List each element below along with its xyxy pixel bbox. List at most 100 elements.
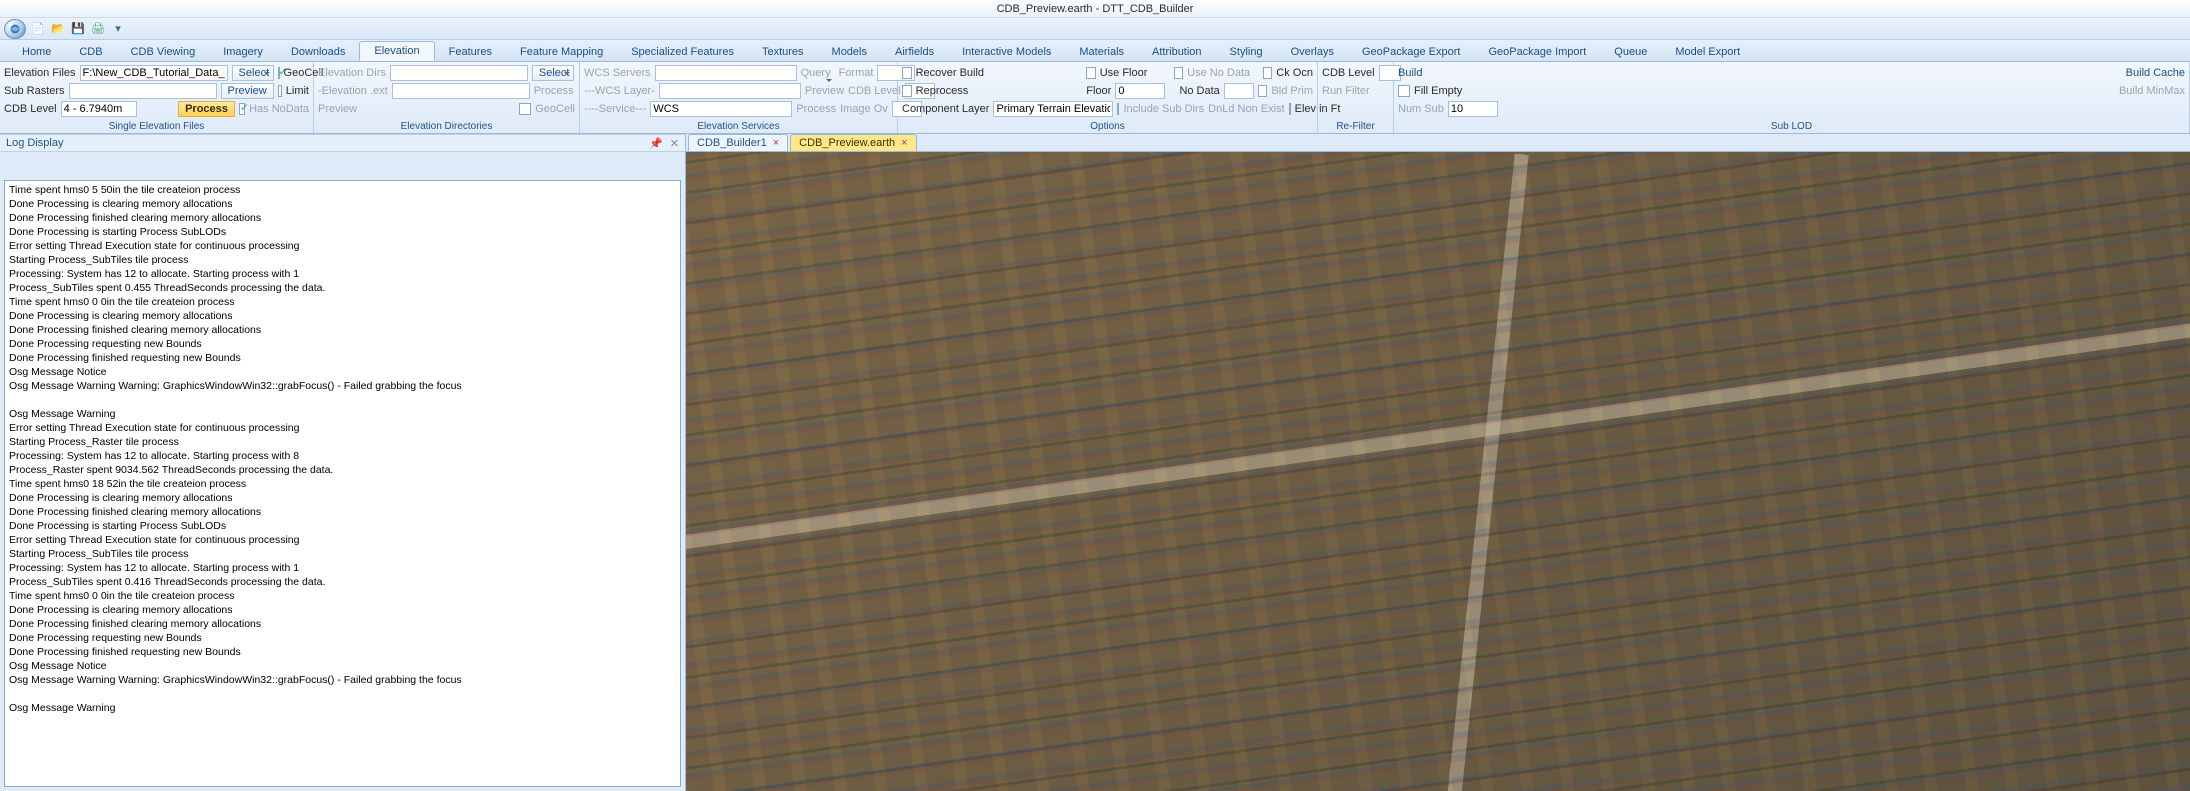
ribbon-tab-cdb-viewing[interactable]: CDB Viewing xyxy=(117,43,210,61)
app-menu-button[interactable] xyxy=(4,19,26,39)
wcs-servers-label: WCS Servers xyxy=(584,67,651,79)
elevation-dirs-label: Elevation Dirs xyxy=(318,67,386,79)
elevation-files-input[interactable] xyxy=(80,65,228,81)
elevation-files-label: Elevation Files xyxy=(4,67,76,79)
svc-preview-label: Preview xyxy=(805,85,844,97)
ribbon-tab-interactive-models[interactable]: Interactive Models xyxy=(948,43,1065,61)
ribbon-tab-downloads[interactable]: Downloads xyxy=(277,43,359,61)
num-sub-label: Num Sub xyxy=(1398,103,1444,115)
has-nodata-label: Has NoData xyxy=(249,103,309,115)
ribbon-body: Elevation Files Select GeoCell Sub Raste… xyxy=(0,62,2190,134)
dirs-geocell-label: GeoCell xyxy=(535,103,575,115)
bld-prim-label: Bld Prim xyxy=(1271,85,1313,97)
ribbon-tab-queue[interactable]: Queue xyxy=(1600,43,1661,61)
save-icon[interactable]: 💾 xyxy=(70,21,86,37)
ribbon-tab-attribution[interactable]: Attribution xyxy=(1138,43,1216,61)
document-tabs: CDB_Builder1 × CDB_Preview.earth × xyxy=(686,134,2190,152)
ribbon-tab-styling[interactable]: Styling xyxy=(1216,43,1277,61)
recover-build-checkbox[interactable] xyxy=(902,67,912,79)
dirs-geocell-checkbox[interactable] xyxy=(519,103,531,115)
dirs-select-button[interactable]: Select xyxy=(532,65,574,81)
elev-in-ft-checkbox[interactable] xyxy=(1289,103,1291,115)
wcs-servers-combo[interactable] xyxy=(655,65,797,81)
fill-empty-checkbox[interactable] xyxy=(1398,85,1410,97)
quick-access-toolbar: 📄 📂 💾 🖨 ▾ xyxy=(0,18,2190,40)
preview-button[interactable]: Preview xyxy=(221,83,274,99)
include-sub-dirs-label: Include Sub Dirs xyxy=(1123,103,1204,115)
ribbon-tab-strip: HomeCDBCDB ViewingImageryDownloadsElevat… xyxy=(0,40,2190,62)
limit-label: Limit xyxy=(286,85,309,97)
select-button[interactable]: Select xyxy=(232,65,274,81)
sub-rasters-input[interactable] xyxy=(69,83,217,99)
map-viewport[interactable] xyxy=(686,152,2190,791)
fill-empty-label: Fill Empty xyxy=(1414,85,1462,97)
use-no-data-label: Use No Data xyxy=(1187,67,1250,79)
component-layer-combo[interactable] xyxy=(993,101,1113,117)
qat-dropdown-icon[interactable]: ▾ xyxy=(110,21,126,37)
doc-tab[interactable]: CDB_Builder1 × xyxy=(688,134,788,151)
num-sub-input[interactable] xyxy=(1448,101,1498,117)
build-cache-button[interactable]: Build Cache xyxy=(2126,67,2185,79)
ribbon-tab-materials[interactable]: Materials xyxy=(1065,43,1138,61)
rf-cdb-level-label: CDB Level xyxy=(1322,67,1375,79)
build-button[interactable]: Build xyxy=(1398,67,1422,79)
group-title-sublod: Sub LOD xyxy=(1394,121,2189,132)
ribbon-tab-geopackage-export[interactable]: GeoPackage Export xyxy=(1348,43,1474,61)
log-text-area[interactable]: Time spent hms0 5 50in the tile createio… xyxy=(4,180,681,787)
doc-tab-label: CDB_Preview.earth xyxy=(799,137,895,149)
ribbon-tab-feature-mapping[interactable]: Feature Mapping xyxy=(506,43,617,61)
dnld-non-exist-label: DnLd Non Exist xyxy=(1208,103,1284,115)
ribbon-tab-model-export[interactable]: Model Export xyxy=(1661,43,1754,61)
close-tab-icon[interactable]: × xyxy=(773,137,779,149)
close-tab-icon[interactable]: × xyxy=(901,137,907,149)
include-sub-dirs-checkbox[interactable] xyxy=(1117,103,1119,115)
no-data-input[interactable] xyxy=(1224,83,1254,99)
doc-tab[interactable]: CDB_Preview.earth × xyxy=(790,134,916,151)
close-icon[interactable]: ✕ xyxy=(670,138,679,150)
process-button[interactable]: Process xyxy=(178,101,235,117)
service-label: ----Service--- xyxy=(584,103,646,115)
floor-input[interactable] xyxy=(1115,83,1165,99)
ribbon-tab-specialized-features[interactable]: Specialized Features xyxy=(617,43,748,61)
ribbon-tab-features[interactable]: Features xyxy=(435,43,506,61)
ribbon-tab-elevation[interactable]: Elevation xyxy=(359,41,434,61)
has-nodata-checkbox[interactable] xyxy=(239,103,245,115)
service-combo[interactable] xyxy=(650,101,792,117)
reprocess-checkbox[interactable] xyxy=(902,85,912,97)
group-refilter: CDB Level Run Filter Re-Filter xyxy=(1318,62,1394,133)
use-floor-checkbox[interactable] xyxy=(1086,67,1096,79)
elevation-ext-input[interactable] xyxy=(392,83,530,99)
new-icon[interactable]: 📄 xyxy=(30,21,46,37)
open-icon[interactable]: 📂 xyxy=(50,21,66,37)
recover-build-label: Recover Build xyxy=(916,67,984,79)
geocell-checkbox[interactable] xyxy=(278,67,280,79)
limit-checkbox[interactable] xyxy=(278,85,282,97)
cdb-level-combo[interactable] xyxy=(61,101,137,117)
ribbon-tab-imagery[interactable]: Imagery xyxy=(209,43,277,61)
group-elevation-directories: Elevation Dirs Select -Elevation .ext Pr… xyxy=(314,62,580,133)
elevation-dirs-input[interactable] xyxy=(390,65,528,81)
wcs-layer-combo[interactable] xyxy=(659,83,801,99)
bld-prim-checkbox[interactable] xyxy=(1258,85,1268,97)
ck-ocn-checkbox[interactable] xyxy=(1263,67,1273,79)
ribbon-tab-overlays[interactable]: Overlays xyxy=(1277,43,1348,61)
view-panel: CDB_Builder1 × CDB_Preview.earth × xyxy=(686,134,2190,791)
use-floor-label: Use Floor xyxy=(1100,67,1148,79)
build-minmax-label: Build MinMax xyxy=(2119,85,2185,97)
doc-tab-label: CDB_Builder1 xyxy=(697,137,767,149)
pin-icon[interactable]: 📌 xyxy=(649,138,663,150)
svc-process-label: Process xyxy=(796,103,836,115)
log-panel-header: Log Display 📌 ✕ xyxy=(0,134,685,152)
use-no-data-checkbox[interactable] xyxy=(1174,67,1184,79)
group-options: Recover Build Use Floor Use No Data Ck O… xyxy=(898,62,1318,133)
wcs-layer-label: ---WCS Layer- xyxy=(584,85,655,97)
ribbon-tab-home[interactable]: Home xyxy=(8,43,65,61)
ribbon-tab-cdb[interactable]: CDB xyxy=(65,43,116,61)
ribbon-tab-geopackage-import[interactable]: GeoPackage Import xyxy=(1474,43,1600,61)
ribbon-tab-models[interactable]: Models xyxy=(818,43,881,61)
print-icon[interactable]: 🖨 xyxy=(90,21,106,37)
ribbon-tab-textures[interactable]: Textures xyxy=(748,43,818,61)
dirs-preview-label: Preview xyxy=(318,103,357,115)
ribbon-tab-airfields[interactable]: Airfields xyxy=(881,43,948,61)
reprocess-label: Reprocess xyxy=(916,85,969,97)
